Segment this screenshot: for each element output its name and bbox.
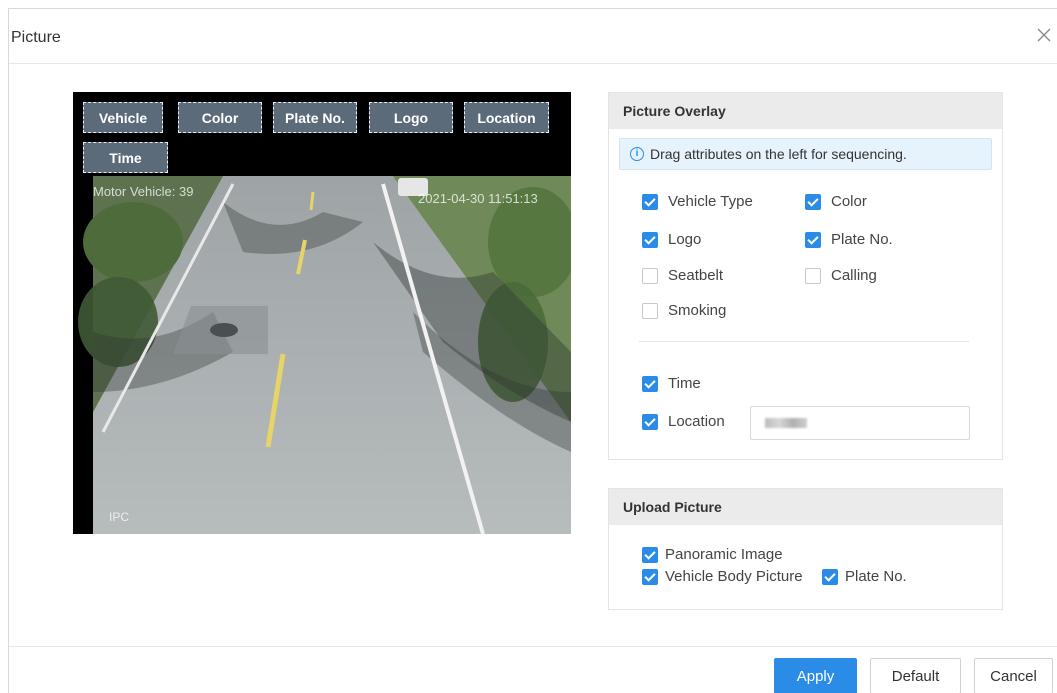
checkbox-location[interactable]: Location <box>642 413 725 430</box>
picture-overlay-title: Picture Overlay <box>609 93 1002 129</box>
checkbox-checked-icon <box>805 231 821 248</box>
checkbox-calling[interactable]: Calling <box>805 267 877 284</box>
checkbox-label: Smoking <box>668 302 727 319</box>
cancel-button[interactable]: Cancel <box>974 658 1053 693</box>
checkbox-label: Seatbelt <box>668 267 724 284</box>
checkbox-color[interactable]: Color <box>805 193 867 210</box>
checkbox-label: Vehicle Type <box>668 193 753 210</box>
sequencing-hint: i Drag attributes on the left for sequen… <box>619 138 992 170</box>
picture-dialog: Picture Motor Vehicle: 39 2021-04-30 11:… <box>8 8 1057 693</box>
checkbox-panoramic-image[interactable]: Panoramic Image <box>642 546 783 563</box>
close-icon[interactable] <box>1033 24 1055 46</box>
checkbox-label: Panoramic Image <box>665 546 783 563</box>
checkbox-checked-icon <box>642 413 658 430</box>
checkbox-checked-icon <box>805 193 821 210</box>
tag-plate-no[interactable]: Plate No. <box>273 102 357 133</box>
checkbox-label: Calling <box>831 267 877 284</box>
checkbox-smoking[interactable]: Smoking <box>642 302 726 319</box>
checkbox-upload-plate-no[interactable]: Plate No. <box>822 568 907 585</box>
checkbox-seatbelt[interactable]: Seatbelt <box>642 267 723 284</box>
checkbox-checked-icon <box>822 568 838 585</box>
upload-picture-panel: Upload Picture Panoramic Image Vehicle B… <box>608 488 1003 610</box>
checkbox-vehicle-type[interactable]: Vehicle Type <box>642 193 753 210</box>
footer-divider <box>9 646 1057 647</box>
hint-text: Drag attributes on the left for sequenci… <box>650 146 907 162</box>
checkbox-vehicle-body-picture[interactable]: Vehicle Body Picture <box>642 568 803 585</box>
checkbox-label: Plate No. <box>831 231 893 248</box>
location-input[interactable] <box>750 406 970 440</box>
checkbox-checked-icon <box>642 568 658 585</box>
tag-color[interactable]: Color <box>178 102 262 133</box>
default-button[interactable]: Default <box>870 658 961 693</box>
redacted-location-text <box>765 418 807 428</box>
osd-brand: IPC <box>109 510 130 524</box>
checkbox-plate-no[interactable]: Plate No. <box>805 231 893 248</box>
checkbox-label: Vehicle Body Picture <box>665 568 803 585</box>
overlay-tag-bar: Vehicle Color Plate No. Logo Location Ti… <box>73 92 571 176</box>
checkbox-label: Time <box>668 375 701 392</box>
tag-logo[interactable]: Logo <box>369 102 453 133</box>
checkbox-label: Location <box>668 413 725 430</box>
info-icon: i <box>630 147 644 161</box>
picture-overlay-panel: Picture Overlay i Drag attributes on the… <box>608 92 1003 460</box>
snapshot-preview: Motor Vehicle: 39 2021-04-30 11:51:13 IP… <box>73 92 571 534</box>
checkbox-label: Logo <box>668 231 702 248</box>
apply-button[interactable]: Apply <box>774 658 857 693</box>
osd-timestamp: 2021-04-30 11:51:13 <box>418 191 538 206</box>
checkbox-unchecked-icon <box>642 267 658 284</box>
tag-time[interactable]: Time <box>83 142 168 173</box>
section-divider <box>639 341 969 342</box>
tag-location[interactable]: Location <box>464 102 549 133</box>
checkbox-checked-icon <box>642 231 658 248</box>
checkbox-checked-icon <box>642 193 658 210</box>
checkbox-unchecked-icon <box>642 302 658 319</box>
checkbox-unchecked-icon <box>805 267 821 284</box>
checkbox-label: Color <box>831 193 867 210</box>
checkbox-logo[interactable]: Logo <box>642 231 701 248</box>
upload-picture-title: Upload Picture <box>609 489 1002 525</box>
checkbox-label: Plate No. <box>845 568 907 585</box>
tag-vehicle[interactable]: Vehicle <box>83 102 163 133</box>
osd-vehicle-counter: Motor Vehicle: 39 <box>93 184 194 199</box>
checkbox-checked-icon <box>642 375 658 392</box>
checkbox-time[interactable]: Time <box>642 375 701 392</box>
dialog-title: Picture <box>11 29 61 46</box>
dialog-header: Picture <box>9 9 1057 64</box>
checkbox-checked-icon <box>642 546 658 563</box>
